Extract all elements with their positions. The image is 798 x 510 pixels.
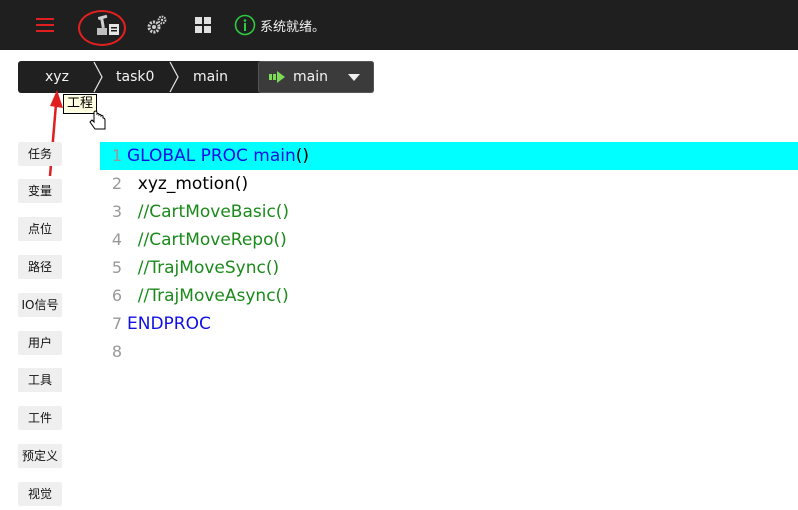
function-selector[interactable]: main bbox=[258, 61, 374, 93]
status-text: 系统就绪。 bbox=[260, 19, 326, 35]
code-comment: //CartMoveRepo() bbox=[127, 230, 287, 250]
line-number: 8 bbox=[111, 342, 122, 361]
gear-icon bbox=[147, 15, 167, 34]
grid-icon bbox=[195, 17, 211, 33]
sidebar-item-tasks[interactable]: 任务 bbox=[18, 142, 62, 166]
sidebar-item-label: 工件 bbox=[27, 411, 52, 425]
sidebar-item-label: 变量 bbox=[27, 184, 52, 198]
line-number: 7 bbox=[111, 314, 122, 333]
code-line[interactable]: 8 bbox=[100, 338, 798, 366]
function-label: main bbox=[293, 69, 328, 85]
sidebar-item-variables[interactable]: 变量 bbox=[18, 179, 62, 203]
sidebar-item-label: IO信号 bbox=[21, 298, 59, 312]
code-line[interactable]: 2 xyz_motion() bbox=[100, 170, 798, 198]
status-indicator: 系统就绪。 bbox=[234, 0, 325, 50]
menu-button[interactable] bbox=[28, 0, 62, 50]
top-toolbar: 系统就绪。 bbox=[0, 0, 798, 50]
sidebar-item-label: 点位 bbox=[27, 222, 52, 236]
sidebar-item-label: 路径 bbox=[27, 260, 52, 274]
sidebar-item-points[interactable]: 点位 bbox=[18, 217, 62, 241]
arrow-right-icon bbox=[269, 71, 285, 83]
sidebar-item-users[interactable]: 用户 bbox=[18, 331, 62, 355]
robot-icon bbox=[97, 14, 119, 35]
code-line[interactable]: 4 //CartMoveRepo() bbox=[100, 226, 798, 254]
code-line[interactable]: 1 GLOBAL PROC main() bbox=[100, 142, 798, 170]
project-button[interactable] bbox=[88, 0, 128, 50]
code-comment: //TrajMoveAsync() bbox=[127, 286, 289, 306]
code-line[interactable]: 3 //CartMoveBasic() bbox=[100, 198, 798, 226]
breadcrumb-task[interactable]: task0 bbox=[116, 61, 154, 93]
sidebar-item-io-signals[interactable]: IO信号 bbox=[18, 293, 62, 317]
line-number: 4 bbox=[111, 230, 122, 249]
settings-button[interactable] bbox=[140, 0, 174, 50]
line-number: 2 bbox=[111, 174, 122, 193]
chevron-right-icon bbox=[93, 61, 103, 93]
code-line[interactable]: 6 //TrajMoveAsync() bbox=[100, 282, 798, 310]
line-number: 1 bbox=[111, 146, 122, 165]
line-number: 6 bbox=[111, 286, 122, 305]
sidebar-item-vision[interactable]: 视觉 bbox=[18, 482, 62, 506]
line-number: 5 bbox=[111, 258, 122, 277]
code-text: xyz_motion() bbox=[127, 174, 249, 194]
code-line[interactable]: 7 ENDPROC bbox=[100, 310, 798, 338]
sidebar-item-label: 任务 bbox=[27, 147, 52, 161]
sidebar-item-tools[interactable]: 工具 bbox=[18, 368, 62, 392]
sidebar-item-label: 用户 bbox=[27, 336, 52, 350]
sidebar-item-label: 视觉 bbox=[27, 487, 52, 501]
code-keyword: GLOBAL PROC main bbox=[127, 146, 296, 166]
code-text: () bbox=[295, 146, 310, 166]
breadcrumb-program[interactable]: main bbox=[193, 61, 228, 93]
code-line[interactable]: 5 //TrajMoveSync() bbox=[100, 254, 798, 282]
hand-cursor-icon bbox=[89, 110, 106, 130]
chevron-right-icon bbox=[169, 61, 179, 93]
sidebar-item-predefined[interactable]: 预定义 bbox=[18, 444, 62, 468]
code-comment: //TrajMoveSync() bbox=[127, 258, 280, 278]
sidebar-item-paths[interactable]: 路径 bbox=[18, 255, 62, 279]
code-keyword: ENDPROC bbox=[127, 314, 211, 334]
sidebar-item-workpieces[interactable]: 工件 bbox=[18, 406, 62, 430]
sidebar-item-label: 预定义 bbox=[21, 449, 58, 463]
layout-button[interactable] bbox=[188, 0, 218, 50]
menu-icon bbox=[36, 18, 54, 32]
line-number: 3 bbox=[111, 202, 122, 221]
info-icon bbox=[234, 14, 256, 36]
code-comment: //CartMoveBasic() bbox=[127, 202, 290, 222]
sidebar-item-label: 工具 bbox=[27, 373, 52, 387]
caret-down-icon bbox=[348, 74, 360, 81]
